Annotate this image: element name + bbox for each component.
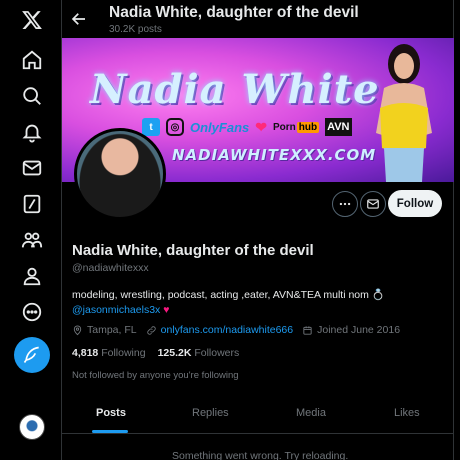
profile-meta: Tampa, FL onlyfans.com/nadiawhite666 Joi… — [72, 324, 400, 336]
calendar-icon — [303, 325, 312, 335]
bio-text: modeling, wrestling, podcast, acting ,ea… — [72, 289, 385, 301]
notifications-icon[interactable] — [13, 113, 51, 151]
sidebar — [0, 0, 62, 460]
followers-link[interactable]: 125.2K Followers — [158, 347, 240, 359]
not-followed-note: Not followed by anyone you're following — [72, 370, 239, 381]
website-link[interactable]: onlyfans.com/nadiawhite666 — [161, 324, 294, 336]
grok-icon[interactable] — [13, 185, 51, 223]
bio-mention-link[interactable]: @jasonmichaels3x — [72, 304, 160, 316]
messages-icon[interactable] — [13, 149, 51, 187]
heart-logo-icon: ❤ — [255, 118, 267, 135]
follow-button[interactable]: Follow — [388, 190, 442, 217]
banner-logos: t ◎ OnlyFans ❤ Porn hub AVN — [142, 118, 352, 136]
follow-stats: 4,818 Following 125.2K Followers — [72, 347, 239, 359]
message-button[interactable] — [360, 191, 386, 217]
profile-icon[interactable] — [13, 257, 51, 295]
followers-label: Followers — [194, 347, 240, 359]
home-icon[interactable] — [13, 41, 51, 79]
link-icon — [146, 325, 156, 335]
join-date: Joined June 2016 — [302, 324, 400, 336]
location-text: Tampa, FL — [87, 324, 137, 336]
tab-replies[interactable]: Replies — [192, 407, 229, 419]
display-name: Nadia White, daughter of the devil — [72, 242, 314, 259]
website: onlyfans.com/nadiawhite666 — [146, 324, 294, 336]
banner-model-image — [376, 44, 432, 182]
posts-count: 30.2K posts — [109, 24, 162, 35]
profile-bio: modeling, wrestling, podcast, acting ,ea… — [72, 288, 442, 318]
avn-logo-icon: AVN — [325, 118, 352, 136]
header-title: Nadia White, daughter of the devil — [109, 4, 359, 21]
profile-header-bar: Nadia White, daughter of the devil 30.2K… — [62, 0, 454, 38]
account-avatar[interactable] — [19, 414, 45, 440]
error-message: Something went wrong. Try reloading. — [172, 450, 349, 460]
instagram-logo-icon: ◎ — [166, 118, 184, 136]
pornhub-logo-icon: Porn hub — [272, 121, 320, 133]
mail-icon — [367, 199, 379, 209]
banner-title: Nadia White — [90, 66, 380, 113]
location: Tampa, FL — [72, 324, 137, 336]
profile-handle: @nadiawhitexxx — [72, 262, 149, 274]
active-tab-indicator — [92, 430, 128, 433]
location-pin-icon — [73, 325, 82, 335]
bio-heart-emoji: ♥ — [163, 304, 170, 316]
tab-media[interactable]: Media — [296, 407, 326, 419]
communities-icon[interactable] — [13, 221, 51, 259]
followers-count: 125.2K — [157, 347, 192, 359]
profile-tabs: Posts Replies Media Likes — [62, 394, 454, 434]
following-link[interactable]: 4,818 Following — [72, 347, 146, 359]
more-icon[interactable] — [13, 293, 51, 331]
join-date-text: Joined June 2016 — [317, 324, 401, 336]
back-arrow-icon[interactable] — [70, 10, 88, 28]
tab-likes[interactable]: Likes — [394, 407, 420, 419]
compose-post-button[interactable] — [14, 337, 50, 373]
following-label: Following — [101, 347, 146, 359]
profile-avatar[interactable] — [74, 128, 166, 220]
explore-icon[interactable] — [13, 77, 51, 115]
more-dots-icon — [339, 202, 351, 206]
x-logo-icon[interactable] — [13, 1, 51, 39]
twitter-logo-icon: t — [142, 118, 160, 136]
following-count: 4,818 — [72, 347, 99, 359]
more-options-button[interactable] — [332, 191, 358, 217]
profile-main: Nadia White, daughter of the devil 30.2K… — [62, 0, 454, 460]
tab-posts[interactable]: Posts — [96, 407, 126, 419]
onlyfans-logo-icon: OnlyFans — [190, 119, 250, 135]
banner-url: NADIAWHITEXXX.COM — [172, 146, 377, 164]
feather-icon — [23, 346, 39, 363]
